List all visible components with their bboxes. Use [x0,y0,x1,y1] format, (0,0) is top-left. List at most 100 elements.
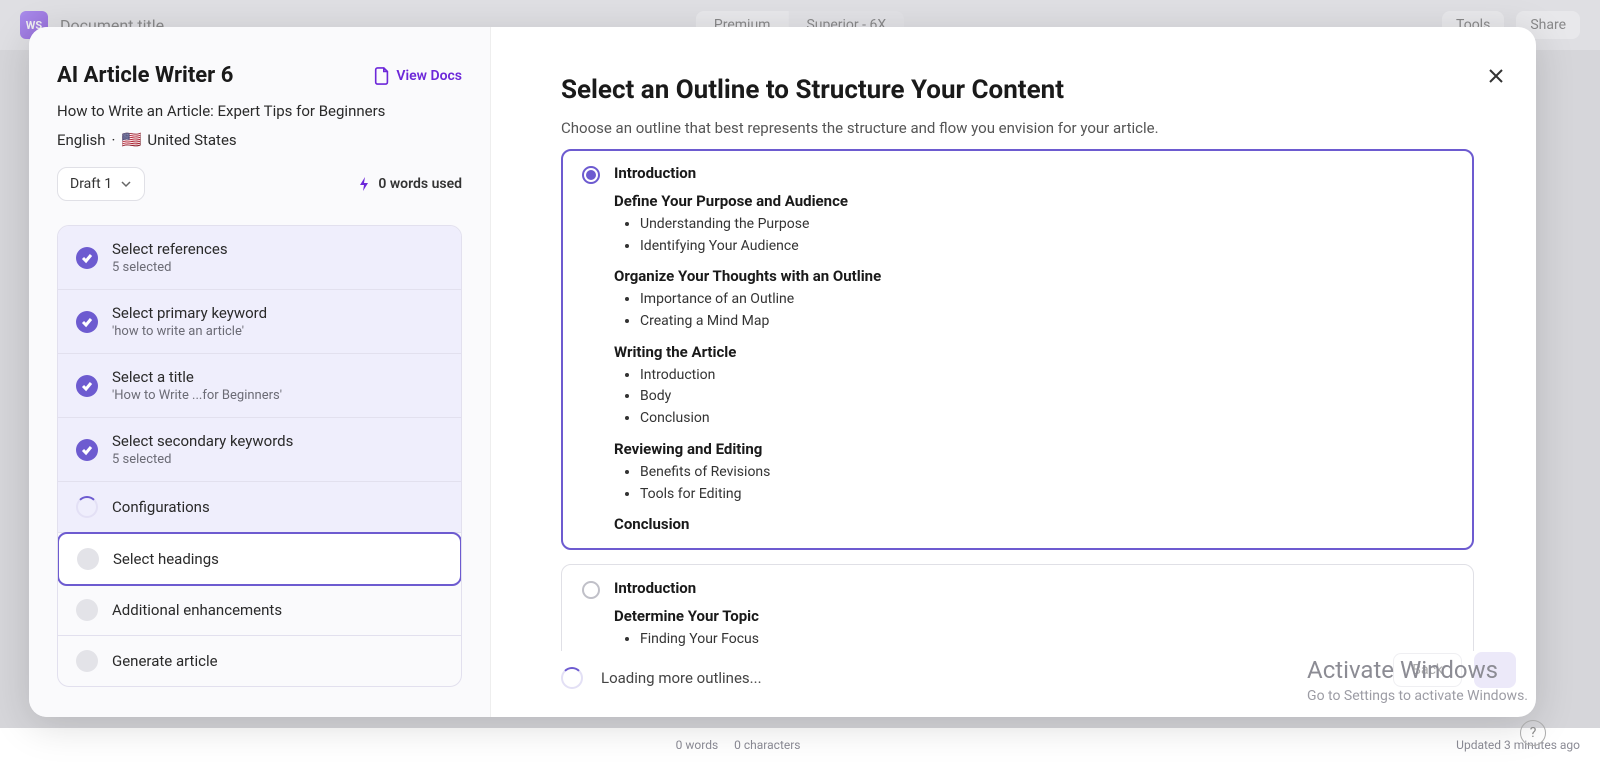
step-item[interactable]: Select secondary keywords 5 selected [58,418,461,482]
empty-status-icon [76,599,98,621]
document-icon [374,67,390,85]
step-text: Select primary keyword 'how to write an a… [112,304,267,339]
radio-button[interactable] [582,166,600,184]
step-text: Select headings [113,550,219,568]
words-used-label: 0 words used [378,176,462,192]
step-label: Select headings [113,550,219,568]
step-label: Select secondary keywords [112,432,293,450]
step-item[interactable]: Generate article [58,636,461,686]
step-text: Select a title 'How to Write ...for Begin… [112,368,282,403]
outline-heading: Conclusion [614,515,1453,533]
back-button[interactable]: Back [1393,653,1462,687]
loading-label: Loading more outlines... [601,669,762,687]
status-bar: 0 words 0 characters Updated 3 minutes a… [0,728,1600,762]
outline-subitem: Creating a Mind Map [640,311,1453,333]
word-count: 0 words [676,738,719,752]
check-icon [76,311,98,333]
outline-subitem: Introduction [640,365,1453,387]
view-docs-label: View Docs [396,68,462,84]
main-subheading: Choose an outline that best represents t… [561,119,1480,137]
outline-card[interactable]: Introduction Determine Your Topic Finding … [561,564,1474,651]
step-item[interactable]: Additional enhancements [58,585,461,636]
country-label: United States [147,131,236,149]
outline-subitem: Identifying Your Audience [640,236,1453,258]
step-text: Generate article [112,652,218,670]
outline-subitem: Importance of an Outline [640,289,1453,311]
step-item[interactable]: Select headings [57,532,462,586]
words-used-indicator: 0 words used [358,176,462,192]
step-item[interactable]: Select primary keyword 'how to write an a… [58,290,461,354]
check-icon [76,439,98,461]
outline-subitem: Benefits of Revisions [640,462,1453,484]
step-sub: 5 selected [112,452,293,467]
language-locale: English · 🇺🇸 United States [57,130,462,149]
lightning-icon [358,177,372,191]
step-text: Select references 5 selected [112,240,228,275]
updated-timestamp: Updated 3 minutes ago [1456,738,1580,752]
outline-heading: Define Your Purpose and Audience [614,192,1453,210]
empty-status-icon [76,650,98,672]
outline-subitem: Tools for Editing [640,484,1453,506]
help-button[interactable]: ? [1520,720,1546,746]
outline-heading: Reviewing and Editing [614,440,1453,458]
step-item[interactable]: Select references 5 selected [58,226,461,290]
outline-sublist: IntroductionBodyConclusion [614,365,1453,430]
outline-heading: Organize Your Thoughts with an Outline [614,267,1453,285]
article-writer-modal: AI Article Writer 6 View Docs How to Wri… [29,27,1536,717]
outline-card[interactable]: Introduction Define Your Purpose and Audi… [561,149,1474,550]
outline-heading: Introduction [614,579,1453,597]
step-list: Select references 5 selected Select primar… [57,225,462,687]
spinner-icon [76,496,98,518]
spinner-icon [561,667,583,689]
step-sub: 'how to write an article' [112,324,267,339]
loading-indicator: Loading more outlines... [561,667,1480,689]
draft-label: Draft 1 [70,176,112,192]
next-button[interactable] [1474,652,1516,688]
modal-sidebar: AI Article Writer 6 View Docs How to Wri… [29,27,491,717]
radio-button[interactable] [582,581,600,599]
modal-footer-actions: Back [1393,652,1516,688]
step-label: Additional enhancements [112,601,282,619]
char-count: 0 characters [734,738,800,752]
outline-sublist: Understanding the PurposeIdentifying You… [614,214,1453,257]
modal-title: AI Article Writer 6 [57,63,233,88]
step-sub: 5 selected [112,260,228,275]
outline-heading: Introduction [614,164,1453,182]
outline-subitem: Conclusion [640,408,1453,430]
step-item[interactable]: Select a title 'How to Write ...for Begin… [58,354,461,418]
outline-sublist: Benefits of RevisionsTools for Editing [614,462,1453,505]
step-label: Select primary keyword [112,304,267,322]
outline-list[interactable]: Introduction Define Your Purpose and Audi… [561,149,1480,651]
check-icon [76,247,98,269]
outline-subitem: Finding Your Focus [640,629,1453,651]
language-label: English [57,131,106,149]
outline-heading: Determine Your Topic [614,607,1453,625]
outline-sublist: Importance of an OutlineCreating a Mind … [614,289,1453,332]
step-label: Generate article [112,652,218,670]
view-docs-link[interactable]: View Docs [374,67,462,85]
modal-main: Select an Outline to Structure Your Cont… [491,27,1536,717]
step-label: Select references [112,240,228,258]
step-text: Additional enhancements [112,601,282,619]
step-text: Select secondary keywords 5 selected [112,432,293,467]
check-icon [76,375,98,397]
step-text: Configurations [112,498,210,516]
outline-subitem: Body [640,386,1453,408]
main-heading: Select an Outline to Structure Your Cont… [561,75,1480,105]
chevron-down-icon [120,178,132,190]
close-icon [1486,66,1506,86]
empty-status-icon [77,548,99,570]
outline-sublist: Finding Your FocusResearching the Topic [614,629,1453,651]
step-item[interactable]: Configurations [58,482,461,533]
flag-icon: 🇺🇸 [121,130,141,149]
outline-body: Introduction Define Your Purpose and Audi… [614,164,1453,533]
step-sub: 'How to Write ...for Beginners' [112,388,282,403]
article-topic: How to Write an Article: Expert Tips for… [57,102,462,120]
step-label: Select a title [112,368,282,386]
outline-heading: Writing the Article [614,343,1453,361]
step-label: Configurations [112,498,210,516]
draft-dropdown[interactable]: Draft 1 [57,167,145,201]
outline-body: Introduction Determine Your Topic Finding … [614,579,1453,651]
close-button[interactable] [1482,62,1510,90]
outline-subitem: Understanding the Purpose [640,214,1453,236]
